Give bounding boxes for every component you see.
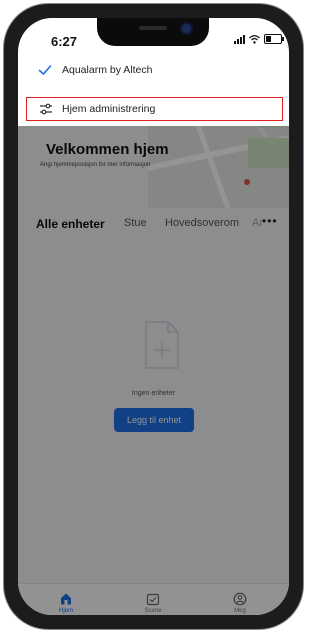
checkmark-icon bbox=[38, 65, 52, 75]
signal-icon bbox=[234, 34, 245, 44]
status-time: 6:27 bbox=[51, 34, 78, 49]
dropdown-item-label: Hjem administrering bbox=[62, 103, 156, 115]
status-icons bbox=[234, 34, 284, 44]
wifi-icon bbox=[249, 34, 260, 44]
battery-icon bbox=[264, 34, 284, 44]
dropdown-item-aqualarm[interactable]: Aqualarm by Altech bbox=[18, 58, 289, 82]
app-screen: Velkommen hjem Angi hjemmeposisjon for m… bbox=[18, 18, 289, 615]
front-camera bbox=[182, 24, 191, 33]
speaker bbox=[139, 26, 167, 30]
dropdown-item-label: Aqualarm by Altech bbox=[62, 64, 153, 76]
notch bbox=[97, 18, 209, 46]
phone-frame: Velkommen hjem Angi hjemmeposisjon for m… bbox=[4, 4, 303, 629]
dropdown-item-hjem-administrering[interactable]: Hjem administrering bbox=[26, 97, 283, 121]
sliders-icon bbox=[40, 103, 52, 115]
